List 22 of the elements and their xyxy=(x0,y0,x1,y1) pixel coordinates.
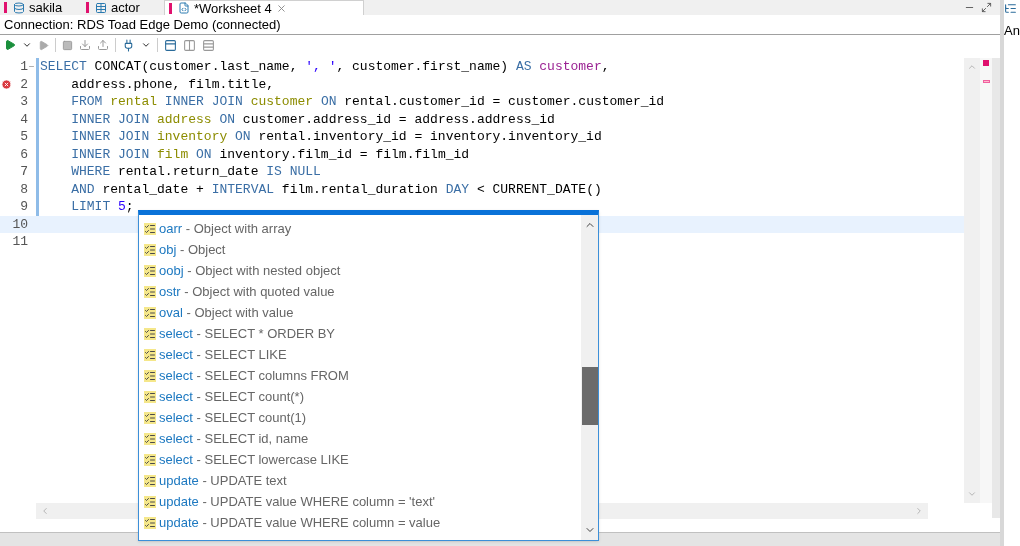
code-line: LIMIT 5; xyxy=(70,198,134,216)
code-line: SELECT CONCAT(customer.last_name, ', ', customer.first_name) AS customer, xyxy=(39,58,610,76)
panel-label: An xyxy=(1004,22,1020,40)
line-number: 4 xyxy=(19,110,28,129)
line-number: 1 xyxy=(19,58,28,76)
code-line: INNER JOIN inventory ON rental.inventory_id = inventory.inventory_id xyxy=(70,128,602,146)
code-line: INNER JOIN address ON customer.address_id = address.address_id xyxy=(70,110,555,128)
line-number: 11 xyxy=(12,233,28,251)
code-line: WHERE rental.return_date IS NULL xyxy=(70,163,321,181)
line-number: 9 xyxy=(19,198,28,216)
line-number: 5 xyxy=(19,128,28,146)
code-line: INNER JOIN film ON inventory.film_id = film.film_id xyxy=(70,145,470,163)
line-number: 10 xyxy=(12,215,28,234)
code-line: FROM rental INNER JOIN customer ON rental.customer_id = customer.customer_id xyxy=(70,93,665,111)
line-number: 6 xyxy=(19,145,28,164)
code-line: AND rental_date + INTERVAL film.rental_duration DAY < CURRENT_DATE() xyxy=(70,180,602,198)
line-number: 3 xyxy=(19,93,28,111)
code-line: address.phone, film.title, xyxy=(70,75,275,93)
line-number: 2 xyxy=(19,75,28,94)
connection-label: Connection: RDS Toad Edge Demo (connected) xyxy=(4,15,281,34)
line-number: 7 xyxy=(19,163,28,181)
line-number: 8 xyxy=(19,180,28,199)
